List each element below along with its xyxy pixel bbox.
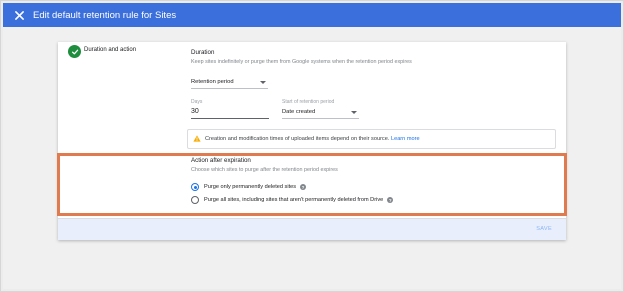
close-button[interactable] [9, 5, 29, 25]
retention-type-value: Retention period [191, 79, 234, 85]
help-icon[interactable]: ? [300, 184, 307, 190]
start-value: Date created [282, 109, 316, 115]
section-label: Duration and action [84, 47, 137, 53]
card-footer: SAVE [58, 218, 566, 240]
dialog-title: Edit default retention rule for Sites [33, 9, 177, 21]
start-label: Start of retention period [282, 99, 335, 105]
radio-option-purge-all[interactable]: Purge all sites, including sites that ar… [191, 195, 394, 205]
retention-type-select[interactable]: Retention period [191, 77, 268, 89]
radio-label: Purge all sites, including sites that ar… [204, 197, 384, 203]
radio-label: Purge only permanently deleted sites [204, 184, 297, 190]
learn-more-link[interactable]: Learn more [391, 136, 420, 142]
info-message: Creation and modification times of uploa… [205, 136, 390, 142]
info-text: Creation and modification times of uploa… [205, 136, 420, 142]
chevron-down-icon [260, 81, 266, 84]
close-icon [14, 10, 24, 20]
days-input[interactable]: 30 [191, 107, 269, 119]
duration-heading: Duration [191, 49, 215, 56]
radio-button[interactable] [191, 196, 199, 204]
days-value: 30 [191, 108, 199, 115]
help-icon[interactable]: ? [387, 197, 394, 203]
duration-description: Keep sites indefinitely or purge them fr… [191, 59, 412, 65]
info-banner: Creation and modification times of uploa… [187, 129, 556, 149]
action-heading: Action after expiration [191, 157, 251, 164]
warning-icon [193, 135, 201, 142]
radio-button[interactable] [191, 183, 199, 191]
save-button[interactable]: SAVE [536, 226, 552, 232]
dialog-header: Edit default retention rule for Sites [3, 3, 621, 27]
highlight-box [57, 153, 567, 216]
radio-option-purge-deleted[interactable]: Purge only permanently deleted sites ? [191, 182, 307, 192]
days-label: Days [191, 99, 203, 105]
check-circle-icon [68, 45, 81, 58]
chevron-down-icon [351, 111, 357, 114]
start-select[interactable]: Date created [282, 107, 359, 119]
action-description: Choose which sites to purge after the re… [191, 167, 338, 173]
